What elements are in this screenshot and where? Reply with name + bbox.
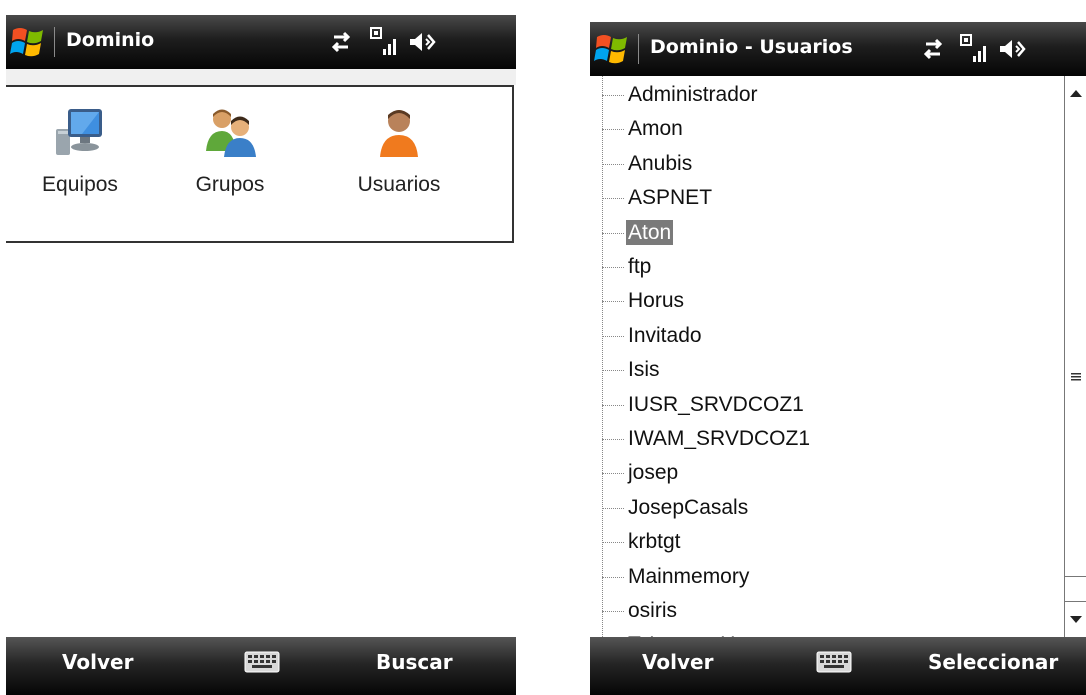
seleccionar-softkey[interactable]: Seleccionar [928, 650, 1058, 674]
user-list-item[interactable]: osiris [602, 594, 679, 628]
scroll-up-icon[interactable] [1065, 76, 1086, 112]
user-name-label: josep [628, 461, 679, 485]
user-name-label: Aton [626, 219, 674, 245]
volver-softkey[interactable]: Volver [642, 650, 713, 674]
tree-branch [602, 266, 624, 268]
scrollbar-thumb[interactable] [1065, 576, 1086, 602]
scrollbar-grip-icon [1071, 373, 1081, 381]
user-name-label: ASPNET [628, 186, 713, 210]
domain-screen: Dominio Equipos Grupos Usuarios Volver B… [6, 15, 516, 695]
user-list-item[interactable]: IUSR_SRVDCOZ1 [602, 388, 806, 422]
title-bar: Dominio - Usuarios [590, 22, 1086, 76]
tree-branch [602, 542, 624, 544]
signal-strength-icon[interactable] [960, 34, 990, 64]
softkey-bar: Volver Seleccionar [590, 637, 1086, 695]
user-list-item[interactable]: josep [602, 456, 680, 490]
buscar-softkey[interactable]: Buscar [376, 650, 453, 674]
users-screen: Dominio - Usuarios Administrador Amon Anub… [590, 22, 1086, 695]
start-menu-icon[interactable] [10, 24, 46, 60]
tree-branch [602, 129, 624, 131]
group-icon [206, 109, 256, 157]
signal-strength-icon[interactable] [370, 27, 400, 57]
user-name-label: ftp [628, 255, 652, 278]
tree-branch [602, 301, 624, 303]
window-title: Dominio [66, 29, 155, 51]
grupos-button[interactable]: Grupos [170, 107, 290, 217]
user-list-item[interactable]: TsInternetUser [602, 628, 767, 637]
title-separator [638, 34, 639, 64]
volver-softkey[interactable]: Volver [62, 650, 133, 674]
user-list-item[interactable]: Mainmemory [602, 560, 751, 594]
tree-branch [602, 94, 624, 96]
user-list-item[interactable]: Isis [602, 353, 662, 387]
user-name-label: osiris [628, 599, 678, 622]
user-name-label: Administrador [628, 83, 758, 106]
tree-branch [602, 370, 624, 372]
tree-branch [602, 438, 624, 440]
tree-branch [602, 404, 624, 406]
user-list-item[interactable]: ASPNET [602, 181, 714, 215]
user-list-item[interactable]: JosepCasals [602, 491, 750, 525]
usuarios-button[interactable]: Usuarios [339, 107, 459, 217]
domain-launcher-panel: Equipos Grupos Usuarios [6, 85, 514, 243]
user-list-item[interactable]: Administrador [602, 78, 760, 112]
scroll-down-icon[interactable] [1065, 601, 1086, 637]
tree-branch [602, 610, 624, 612]
equipos-button[interactable]: Equipos [20, 107, 140, 217]
user-list-item[interactable]: IWAM_SRVDCOZ1 [602, 422, 812, 456]
scrollbar[interactable] [1064, 76, 1086, 637]
tree-branch [602, 335, 624, 337]
connectivity-icon[interactable] [918, 34, 948, 64]
user-name-label: Mainmemory [628, 564, 750, 588]
user-name-label: Horus [628, 289, 685, 313]
start-menu-icon[interactable] [594, 31, 630, 67]
volume-icon[interactable] [408, 27, 438, 57]
user-name-label: IWAM_SRVDCOZ1 [628, 427, 811, 450]
user-name-label: Anubis [628, 151, 693, 175]
title-bar: Dominio [6, 15, 516, 69]
user-list-item[interactable]: Horus [602, 284, 686, 318]
user-name-label: JosepCasals [628, 495, 749, 519]
computer-icon [56, 109, 102, 155]
user-name-label: IUSR_SRVDCOZ1 [628, 392, 804, 416]
user-name-label: Isis [628, 358, 660, 382]
user-name-label: Invitado [628, 323, 702, 347]
grupos-label: Grupos [195, 173, 265, 196]
title-separator [54, 27, 55, 57]
tree-branch [602, 163, 624, 165]
user-list-item[interactable]: Anubis [602, 147, 694, 181]
user-list-item-selected[interactable]: Aton [602, 216, 674, 250]
user-icon [380, 110, 418, 157]
user-name-label: Amon [628, 117, 683, 141]
tree-branch [602, 576, 624, 578]
users-list: Administrador Amon Anubis ASPNET Aton ftp Horu… [590, 76, 1060, 637]
tree-branch [602, 232, 624, 234]
user-name-label: krbtgt [628, 530, 681, 554]
tree-branch [602, 507, 624, 509]
user-list-item[interactable]: Amon [602, 112, 685, 146]
window-title: Dominio - Usuarios [650, 36, 853, 58]
softkey-bar: Volver Buscar [6, 637, 516, 695]
tree-branch [602, 473, 624, 475]
volume-icon[interactable] [998, 34, 1028, 64]
connectivity-icon[interactable] [326, 27, 356, 57]
user-list-item[interactable]: krbtgt [602, 525, 683, 559]
keyboard-icon[interactable] [244, 649, 280, 675]
equipos-label: Equipos [42, 173, 118, 196]
usuarios-label: Usuarios [357, 173, 441, 196]
user-list-item[interactable]: ftp [602, 250, 653, 284]
keyboard-icon[interactable] [816, 649, 852, 675]
tree-branch [602, 198, 624, 200]
user-list-item[interactable]: Invitado [602, 319, 704, 353]
header-strip [6, 69, 516, 85]
